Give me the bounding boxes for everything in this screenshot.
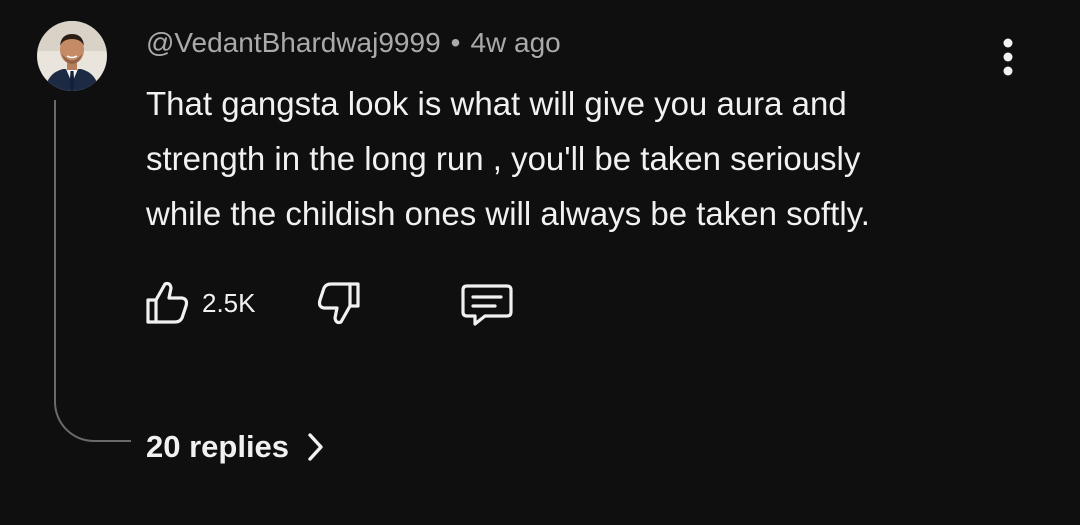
- view-replies-button[interactable]: 20 replies: [146, 424, 325, 470]
- like-count: 2.5K: [202, 287, 256, 318]
- reply-button[interactable]: [455, 278, 517, 330]
- chevron-right-icon: [308, 433, 323, 461]
- thumbs-down-icon: [317, 282, 360, 325]
- thread-connector-line: [54, 100, 131, 442]
- thumbs-up-icon: [146, 281, 189, 324]
- comment-timestamp[interactable]: 4w ago: [470, 27, 560, 58]
- replies-count-label: 20 replies: [146, 429, 290, 464]
- dislike-button[interactable]: [308, 278, 368, 328]
- comment-author[interactable]: @VedantBhardwaj9999: [146, 27, 441, 58]
- comment-icon: [461, 284, 513, 326]
- comment-text: That gangsta look is what will give you …: [146, 76, 1026, 241]
- comment-text-line: That gangsta look is what will give you …: [146, 85, 847, 122]
- comment-menu-button[interactable]: [990, 34, 1026, 80]
- comment-meta: @VedantBhardwaj9999 • 4w ago: [146, 26, 561, 60]
- comment-text-line: strength in the long run , you'll be tak…: [146, 140, 861, 177]
- like-button[interactable]: 2.5K: [140, 278, 256, 328]
- comment-text-line: while the childish ones will always be t…: [146, 195, 870, 232]
- meta-separator: •: [450, 27, 461, 58]
- more-vertical-icon: [1003, 38, 1013, 76]
- avatar[interactable]: [37, 21, 107, 91]
